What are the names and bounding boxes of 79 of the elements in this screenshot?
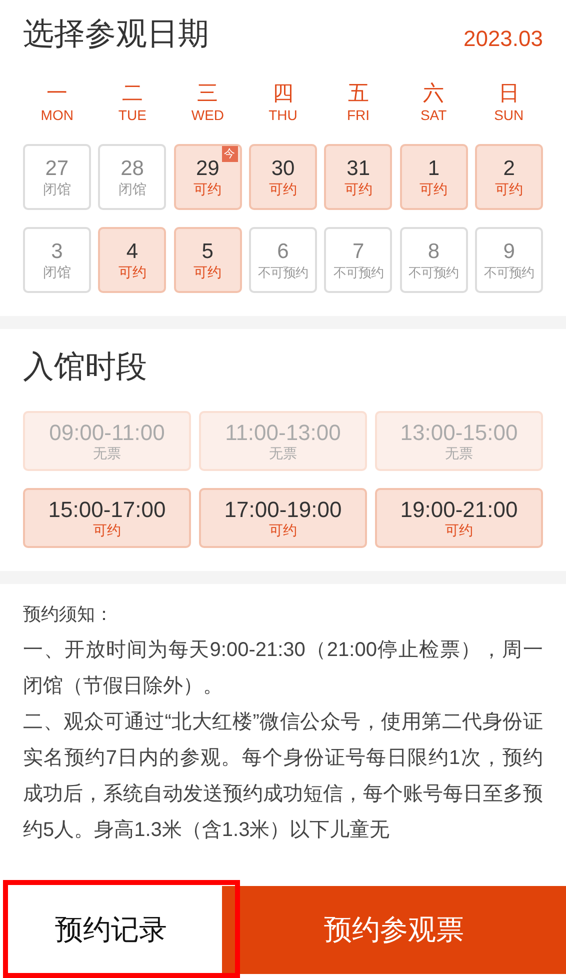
date-number: 7 [352,240,364,264]
slot-time: 09:00-11:00 [49,420,165,445]
time-slot[interactable]: 19:00-21:00 可约 [375,488,543,548]
date-status: 不可预约 [408,264,459,280]
weekday-label: WED [190,106,226,124]
slot-status: 无票 [445,445,473,462]
date-status: 可约 [118,264,146,280]
weekday-label: 四 [271,82,294,106]
date-cell[interactable]: 5 可约 [174,227,242,293]
slot-status: 无票 [93,445,121,462]
slot-time: 15:00-17:00 [48,497,166,522]
weekday-label: SUN [493,106,525,124]
date-status: 可约 [344,180,372,198]
date-number: 28 [120,156,144,180]
slot-time: 19:00-21:00 [400,497,518,522]
date-status: 不可预约 [484,264,534,280]
weekday-label: 五 [346,82,370,106]
date-cell[interactable]: 8 不可预约 [400,227,468,293]
slot-status: 无票 [269,445,297,462]
slot-time: 11:00-13:00 [225,420,341,445]
date-status: 不可预约 [333,264,384,280]
date-number: 30 [271,156,295,180]
date-cell[interactable]: 6 不可预约 [249,227,317,293]
book-button[interactable]: 预约参观票 [222,886,566,974]
date-status: 可约 [420,180,448,198]
weekday-label: SAT [419,106,448,124]
date-number: 9 [503,240,515,264]
notice-paragraph: 二、观众可通过“北大红楼”微信公众号，使用第二代身份证实名预约7日内的参观。每个身份证号每日限约1次，预约成功后，系统自动发送预约成功短信，每个账号每日至多预约5人。身高1.3米（含1.3米）以下儿童无 [23,710,543,843]
date-number: 2 [503,156,515,180]
weekday-label: 日 [497,82,520,106]
date-status: 可约 [495,180,524,198]
date-status: 可约 [194,180,222,198]
date-cell[interactable]: 31 可约 [324,144,392,210]
time-slot[interactable]: 15:00-17:00 可约 [23,488,191,548]
date-cell[interactable]: 27 闭馆 [23,144,91,210]
weekday-label: MON [40,106,74,124]
date-number: 4 [126,240,138,264]
weekday-label: THU [268,106,298,124]
month-label: 2023.03 [463,26,543,53]
slot-time: 17:00-19:00 [224,497,342,522]
date-status: 不可预约 [258,264,308,280]
weekday-label: 三 [196,82,220,106]
weekday-label: 六 [422,82,446,106]
weekday-label: 一 [46,82,69,106]
slot-time: 13:00-15:00 [400,420,518,445]
weekday-label: TUE [117,106,148,124]
date-cell[interactable]: 9 不可预约 [475,227,543,293]
weekday-label: 二 [120,82,144,106]
date-status: 闭馆 [42,264,71,280]
weekday-label: FRI [346,106,371,124]
date-cell[interactable]: 28 闭馆 [98,144,166,210]
date-number: 6 [277,240,289,264]
date-status: 可约 [194,264,222,280]
date-cell[interactable]: 7 不可预约 [324,227,392,293]
section-title: 入馆时段 [23,348,148,386]
section-title: 选择参观日期 [23,15,209,53]
slot-status: 可约 [93,522,121,539]
date-status: 可约 [268,180,297,198]
date-number: 5 [202,240,214,264]
date-cell[interactable]: 2 可约 [475,144,543,210]
date-status: 闭馆 [42,180,71,198]
notice-title: 预约须知： [23,603,114,626]
date-cell[interactable]: 29 可约 今 [174,144,242,210]
date-cell[interactable]: 4 可约 [98,227,166,293]
date-cell[interactable]: 3 闭馆 [23,227,91,293]
date-cell[interactable]: 1 可约 [400,144,468,210]
date-number: 3 [51,240,63,264]
slot-status: 可约 [269,522,297,539]
date-number: 1 [428,156,440,180]
date-number: 31 [346,156,370,180]
date-cell[interactable]: 30 可约 [249,144,317,210]
today-badge: 今 [222,146,238,162]
date-number: 27 [45,156,69,180]
slot-status: 可约 [445,522,473,539]
date-number: 8 [428,240,440,264]
notice-paragraph: 一、开放时间为每天9:00-21:30（21:00停止检票），周一闭馆（节假日除外）。 [23,638,543,699]
date-status: 闭馆 [118,180,146,198]
date-number: 29 [196,156,220,180]
time-slot[interactable]: 17:00-19:00 可约 [199,488,367,548]
